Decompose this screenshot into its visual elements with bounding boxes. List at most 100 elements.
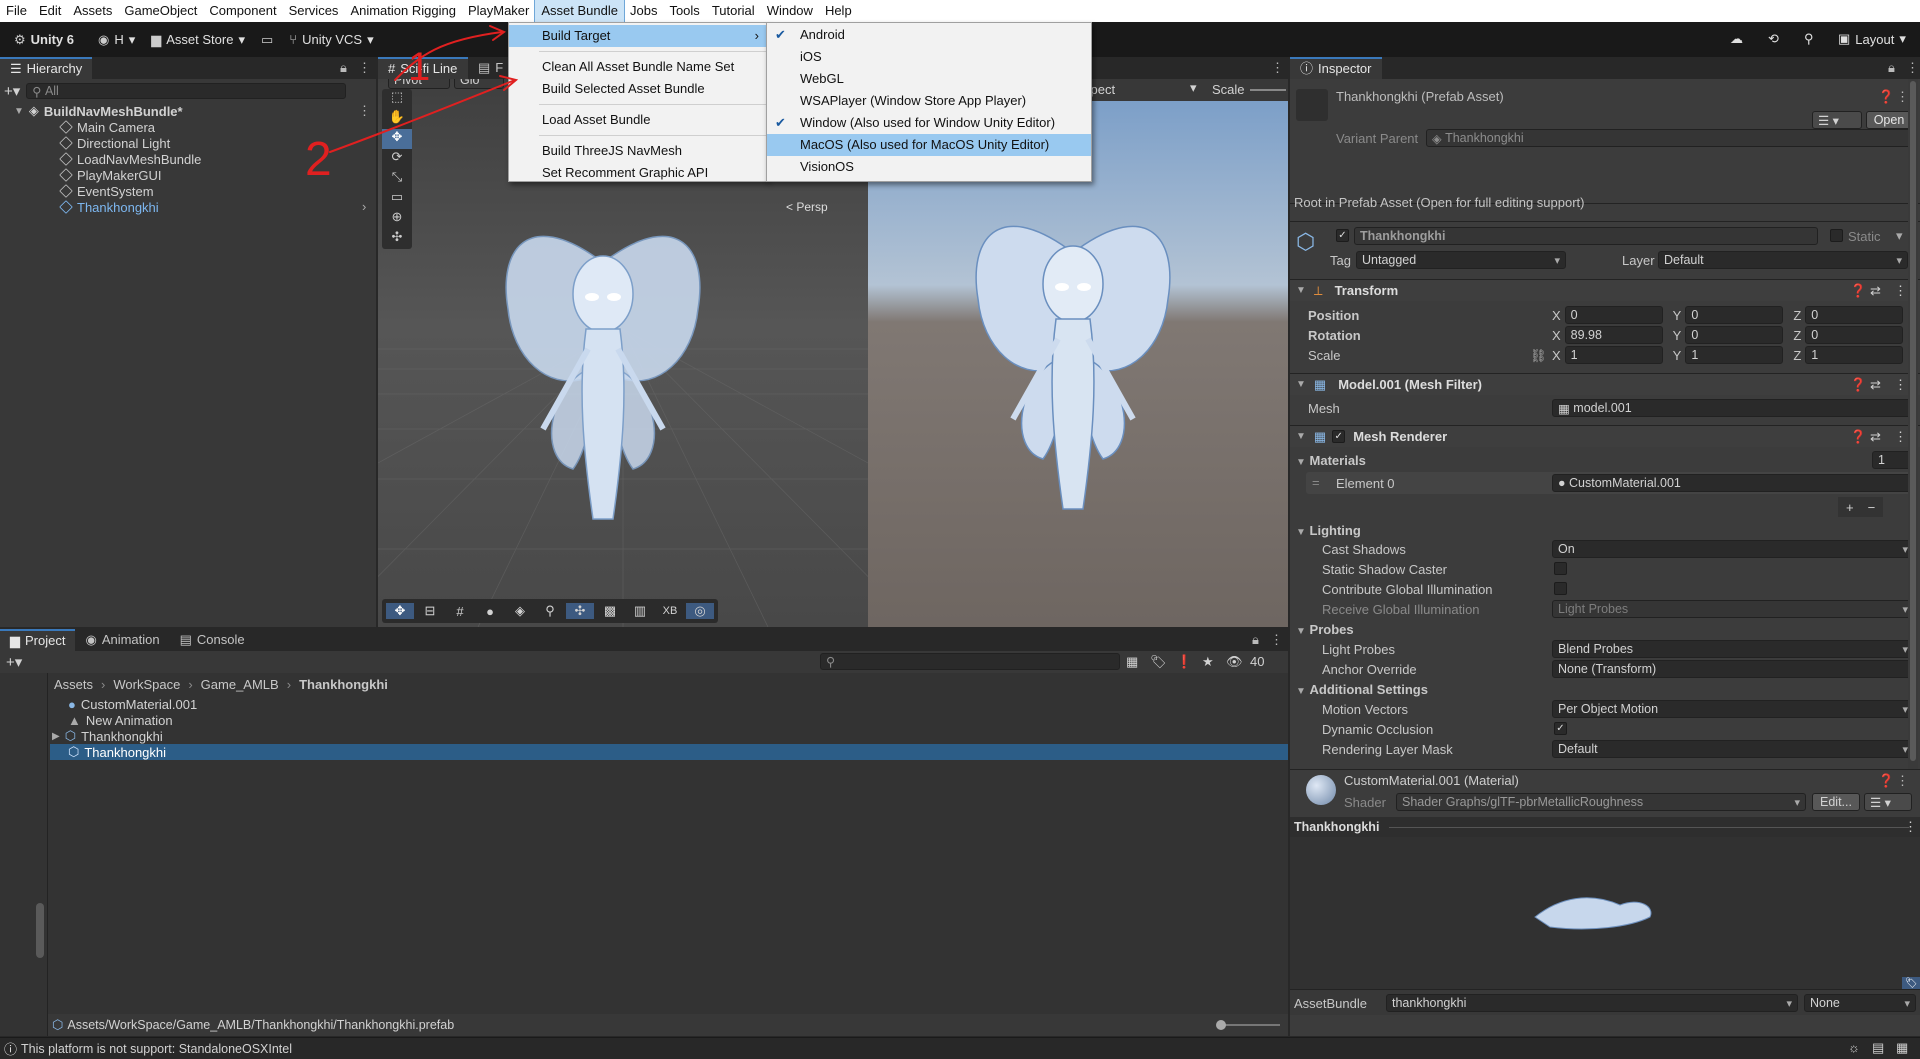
compass-icon[interactable]: ◎ [686, 603, 714, 619]
assetbundle-variant-dropdown[interactable]: None [1804, 994, 1916, 1012]
menu-assets[interactable]: Assets [67, 0, 118, 22]
target-macos[interactable]: MacOS (Also used for MacOS Unity Editor) [767, 134, 1091, 156]
shader-menu-dropdown[interactable]: ☰ ▾ [1864, 793, 1912, 811]
rect-tool-icon[interactable]: ▭ [382, 189, 412, 209]
breadcrumb-item[interactable]: WorkSpace [113, 677, 180, 692]
position-z-field[interactable]: 0 [1805, 306, 1904, 324]
custom-tool-icon[interactable]: ✣ [382, 229, 412, 249]
folder-tree[interactable] [0, 673, 48, 1036]
navmesh-icon[interactable]: ◈ [506, 603, 534, 619]
probes-foldout[interactable]: ▼ Probes [1296, 622, 1354, 637]
inspector-scrollbar[interactable] [1908, 79, 1918, 769]
menu-animation-rigging[interactable]: Animation Rigging [344, 0, 462, 22]
target-visionos[interactable]: VisionOS [767, 156, 1091, 178]
menu-tutorial[interactable]: Tutorial [706, 0, 761, 22]
asset-item[interactable]: ▶ ⬡ Thankhongkhi [52, 728, 163, 744]
more-icon[interactable]: ⋮ [1271, 60, 1284, 76]
menu-file[interactable]: File [0, 0, 33, 22]
slider-thumb[interactable] [1216, 1020, 1226, 1030]
rotation-x-field[interactable]: 89.98 [1564, 326, 1663, 344]
chevron-down-icon[interactable]: ▾ [1190, 80, 1197, 96]
move-icon[interactable]: ✥ [386, 603, 414, 619]
tab-console[interactable]: ▤ Console [170, 629, 255, 651]
rendering-layer-dropdown[interactable]: Default [1552, 740, 1914, 758]
preset-icon[interactable]: ⇄ [1870, 429, 1881, 445]
active-checkbox[interactable]: ✓ [1336, 229, 1349, 242]
folder-scrollbar[interactable] [36, 903, 44, 958]
anchor-override-field[interactable]: None (Transform) [1552, 660, 1914, 678]
materials-foldout[interactable]: ▼ Materials [1296, 453, 1366, 468]
menu-tools[interactable]: Tools [663, 0, 705, 22]
target-android[interactable]: ✔ Android [767, 24, 1091, 46]
xb-button[interactable]: XB [656, 605, 684, 617]
hierarchy-item[interactable]: Main Camera [59, 119, 155, 135]
more-icon[interactable]: ⋮ [1896, 773, 1909, 789]
progress-icon[interactable]: ▦ [1896, 1040, 1908, 1056]
tab-hierarchy[interactable]: ☰ Hierarchy [0, 57, 93, 79]
tab-project[interactable]: ▆ Project [0, 629, 76, 651]
network-icon[interactable]: ▤ [1872, 1040, 1884, 1056]
help-icon[interactable]: ❓ [1878, 773, 1894, 789]
link-icon[interactable]: ⛓ [1530, 348, 1547, 364]
cloud-button[interactable]: ☁ [1722, 27, 1751, 51]
icon-size-slider[interactable] [1220, 1024, 1280, 1026]
add-icon[interactable]: +▾ [4, 82, 20, 100]
menu-jobs[interactable]: Jobs [624, 0, 663, 22]
gameobject-name-field[interactable]: Thankhongkhi [1354, 227, 1818, 245]
filter-type-icon[interactable]: ▦ [1126, 654, 1138, 670]
menu-asset-bundle[interactable]: Asset Bundle [534, 0, 625, 23]
overrides-dropdown[interactable]: ☰ ▾ [1812, 111, 1862, 129]
target-window[interactable]: ✔ Window (Also used for Window Unity Edit… [767, 112, 1091, 134]
position-x-field[interactable]: 0 [1564, 306, 1663, 324]
hierarchy-item[interactable]: LoadNavMeshBundle [59, 151, 201, 167]
help-icon[interactable]: ❓ [1850, 377, 1866, 393]
scrollbar-thumb[interactable] [1910, 81, 1916, 761]
transform-header[interactable]: ▼ ⟂ Transform ❓ ⇄ ⋮ [1290, 279, 1920, 301]
lighting-foldout[interactable]: ▼ Lighting [1296, 523, 1361, 538]
search-button[interactable]: ⚲ [1796, 27, 1822, 51]
align-icon[interactable]: ⊟ [416, 603, 444, 619]
hierarchy-item[interactable]: Directional Light [59, 135, 170, 151]
favorite-icon[interactable]: ★ [1202, 654, 1214, 670]
menu-window[interactable]: Window [761, 0, 819, 22]
add-icon[interactable]: +▾ [6, 653, 22, 671]
more-icon[interactable]: ⋮ [1894, 377, 1907, 393]
sphere-icon[interactable]: ● [476, 604, 504, 619]
tab-inspector[interactable]: ⓘ Inspector [1290, 57, 1382, 79]
edit-shader-button[interactable]: Edit... [1812, 793, 1860, 811]
scene-root[interactable]: ▼ ◈ BuildNavMeshBundle* [14, 103, 183, 119]
mesh-filter-header[interactable]: ▼ ▦ Model.001 (Mesh Filter) ❓ ⇄ ⋮ [1290, 373, 1920, 395]
target-wsaplayer[interactable]: WSAPlayer (Window Store App Player) [767, 90, 1091, 112]
motion-vectors-dropdown[interactable]: Per Object Motion [1552, 700, 1914, 718]
transform-tool-icon[interactable]: ⊕ [382, 209, 412, 229]
tab-animation[interactable]: ◉ Animation [75, 629, 169, 651]
more-icon[interactable]: ⋮ [1906, 60, 1919, 76]
asset-item[interactable]: ▲ New Animation [68, 712, 173, 728]
grid-snap-icon[interactable]: # [446, 604, 474, 619]
lock-icon[interactable]: 🔒︎ [1252, 632, 1259, 648]
zoom-icon[interactable]: ⚲ [536, 603, 564, 619]
scale-z-field[interactable]: 1 [1805, 346, 1904, 364]
position-y-field[interactable]: 0 [1685, 306, 1784, 324]
unity-account-button[interactable]: ⚙ Unity 6 [6, 28, 82, 52]
tag-dropdown[interactable]: Untagged [1356, 251, 1566, 269]
asset-item-selected[interactable]: ⬡ Thankhongkhi [68, 744, 166, 760]
assetbundle-dropdown[interactable]: thankhongkhi [1386, 994, 1798, 1012]
more-icon[interactable]: ⋮ [1894, 283, 1907, 299]
menu-help[interactable]: Help [819, 0, 858, 22]
hierarchy-item-prefab[interactable]: Thankhongkhi [59, 199, 159, 215]
static-shadow-checkbox[interactable] [1554, 562, 1567, 575]
target-ios[interactable]: iOS [767, 46, 1091, 68]
preview-drag-bar[interactable] [1389, 826, 1910, 828]
help-icon[interactable]: ❓ [1878, 89, 1894, 105]
contribute-gi-checkbox[interactable] [1554, 582, 1567, 595]
static-checkbox[interactable] [1830, 229, 1843, 242]
menu-services[interactable]: Services [283, 0, 345, 22]
renderer-enabled-checkbox[interactable]: ✓ [1332, 430, 1346, 443]
shader-dropdown[interactable]: Shader Graphs/glTF-pbrMetallicRoughness [1396, 793, 1806, 811]
more-icon[interactable]: ⋮ [1904, 819, 1917, 835]
breadcrumb-item[interactable]: Thankhongkhi [299, 677, 388, 692]
open-button[interactable]: Open [1866, 111, 1912, 129]
add-icon[interactable]: + [1846, 500, 1854, 515]
target-webgl[interactable]: WebGL [767, 68, 1091, 90]
